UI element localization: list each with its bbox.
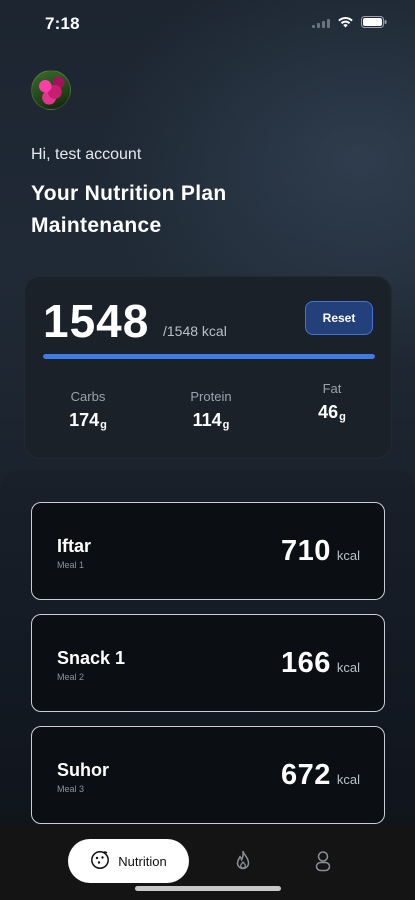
macro-unit: g [222,419,230,431]
macro-unit: g [100,419,107,431]
greeting-text: Hi, test account [31,146,142,163]
meal-name: Snack 1 [57,648,126,668]
nav-tab-nutrition[interactable]: Nutrition [68,839,189,883]
macro-amount: 174 [69,410,100,430]
calorie-progress-bar [43,354,375,359]
status-bar: 7:18 [0,0,415,44]
meal-kcal-unit: kcal [336,772,360,787]
meal-calories: 710 kcal [281,535,360,568]
home-indicator [135,886,281,891]
meal-name: Iftar [57,536,92,556]
plan-title-line: Your Nutrition Plan [31,182,227,205]
nav-tab-label: Nutrition [118,853,167,869]
macro-label: Fat [322,381,342,396]
meal-kcal-unit: kcal [336,660,360,675]
status-time: 7:18 [45,14,80,33]
calorie-progress-fill [43,354,375,359]
page-title: Your Nutrition Plan Maintenance [31,178,226,242]
meal-list-panel: Iftar Meal 1 710 kcal Snack 1 Meal 2 166… [0,469,415,829]
meal-calories: 166 kcal [281,647,360,680]
meal-calories: 672 kcal [281,759,360,792]
meal-kcal-value: 672 [280,759,331,791]
macro-value: 174g [43,410,133,431]
profile-icon[interactable] [313,850,333,877]
meal-name: Suhor [57,760,109,780]
meal-subtitle: Meal 2 [57,672,85,682]
calories-target: /1548 kcal [163,323,227,339]
status-icons [312,16,387,28]
battery-icon [361,16,387,28]
macro-carbs: Carbs 174g [43,389,133,431]
macro-protein: Protein 114g [166,389,256,431]
meal-card-snack-1[interactable]: Snack 1 Meal 2 166 kcal [31,614,385,712]
macro-amount: 114 [192,410,222,430]
macro-label: Carbs [70,389,106,404]
macro-amount: 46 [318,402,339,422]
meal-subtitle: Meal 1 [57,560,85,570]
meal-kcal-value: 710 [280,535,331,567]
macro-unit: g [339,411,346,423]
nutrition-icon [90,850,110,873]
flame-icon[interactable] [233,850,253,877]
meal-card-suhor[interactable]: Suhor Meal 3 672 kcal [31,726,385,824]
calories-consumed: 1548 [43,295,150,347]
meal-subtitle: Meal 3 [57,784,85,794]
cellular-signal-icon [312,17,330,28]
avatar[interactable] [31,70,71,110]
nutrition-screen: 7:18 Hi, test account Your Nutrition Pla… [0,0,415,900]
macro-value: 46g [287,402,377,423]
macro-value: 114g [166,410,256,431]
meal-kcal-unit: kcal [336,548,360,563]
reset-button[interactable]: Reset [305,301,373,335]
meal-kcal-value: 166 [280,647,331,679]
macro-label: Protein [190,389,232,404]
meal-card-iftar[interactable]: Iftar Meal 1 710 kcal [31,502,385,600]
calorie-summary-card: 1548 /1548 kcal Reset Carbs 174g Protein… [24,276,392,459]
plan-type-line: Maintenance [31,214,162,237]
macro-fat: Fat 46g [287,381,377,423]
wifi-icon [337,16,354,28]
